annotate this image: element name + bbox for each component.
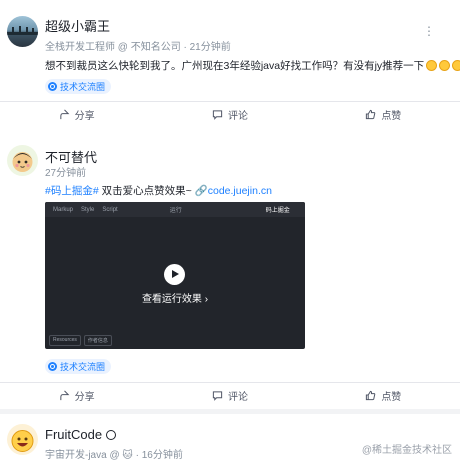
tab-script[interactable]: Script bbox=[102, 207, 117, 213]
external-link[interactable]: code.juejin.cn bbox=[208, 185, 272, 197]
grin-emoji-icon bbox=[439, 60, 451, 71]
comment-button[interactable]: 评论 bbox=[153, 102, 306, 127]
avatar-image bbox=[11, 430, 34, 452]
author-name[interactable]: 超级小霸王 bbox=[45, 16, 110, 35]
post-content: #码上掘金# 双击爱心点赞效果~ 🔗code.juejin.cn bbox=[45, 185, 272, 197]
more-options-icon[interactable]: ⋮ bbox=[423, 25, 435, 37]
view-result-link[interactable]: 查看运行效果 › bbox=[45, 290, 305, 305]
resources-tab[interactable]: Resources bbox=[49, 335, 81, 346]
author-company: 不知名公司 bbox=[130, 42, 181, 53]
comment-button[interactable]: 评论 bbox=[153, 383, 306, 408]
topic-icon bbox=[48, 82, 57, 91]
action-bar: 分享 评论 点赞 bbox=[0, 101, 460, 127]
post-time: 16分钟前 bbox=[141, 450, 183, 460]
code-preview-toolbar: Markup Style Script 运行 码上掘金 bbox=[45, 202, 305, 217]
post-time: 21分钟前 bbox=[189, 42, 231, 53]
author-info-tab[interactable]: 作者信息 bbox=[83, 335, 112, 346]
author-name[interactable]: FruitCode bbox=[45, 427, 116, 442]
share-icon bbox=[59, 109, 70, 120]
post-card: 超级小霸王 全栈开发工程师 @ 不知名公司 · 21分钟前 ⋮ 想不到裁员这么快… bbox=[0, 0, 460, 128]
link-icon: 🔗 bbox=[194, 185, 208, 197]
code-preview-bottom-bar: Resources 作者信息 bbox=[49, 335, 112, 346]
post-content: 想不到裁员这么快轮到我了。广州现在3年经验java好找工作吗？有没有jy推荐一下 bbox=[45, 58, 460, 73]
laugh-emoji-icon bbox=[452, 60, 460, 71]
company-icon: 🐱 bbox=[122, 450, 133, 460]
author-meta: 宇宙开发-java @ 🐱 · 16分钟前 bbox=[45, 450, 183, 460]
user-badge-icon bbox=[105, 430, 116, 440]
avatar-image bbox=[7, 26, 38, 35]
post-card: FruitCode 宇宙开发-java @ 🐱 · 16分钟前 @稀土掘金技术社… bbox=[0, 414, 460, 460]
action-bar: 分享 评论 点赞 bbox=[0, 382, 460, 408]
code-preview[interactable]: Markup Style Script 运行 码上掘金 查看运行效果 › Res… bbox=[45, 202, 305, 349]
watermark: @稀土掘金技术社区 bbox=[361, 445, 452, 456]
topic-tag[interactable]: 技术交流圈 bbox=[45, 79, 112, 94]
smile-emoji-icon bbox=[426, 60, 438, 71]
comment-icon bbox=[212, 391, 223, 401]
topic-icon bbox=[48, 362, 57, 371]
author-avatar[interactable] bbox=[7, 424, 38, 455]
author-avatar[interactable] bbox=[7, 145, 38, 176]
like-button[interactable]: 点赞 bbox=[307, 102, 460, 127]
play-button-icon[interactable] bbox=[164, 264, 185, 285]
author-meta: 全栈开发工程师 @ 不知名公司 · 21分钟前 bbox=[45, 42, 231, 53]
post-card: 不可替代 27分钟前 #码上掘金# 双击爱心点赞效果~ 🔗code.juejin… bbox=[0, 128, 460, 409]
like-button[interactable]: 点赞 bbox=[307, 383, 460, 408]
tab-style[interactable]: Style bbox=[81, 207, 94, 213]
avatar-image bbox=[12, 152, 33, 172]
author-avatar[interactable] bbox=[7, 16, 38, 47]
brand-logo: 码上掘金 bbox=[265, 208, 290, 214]
comment-icon bbox=[212, 110, 223, 120]
topic-tag[interactable]: 技术交流圈 bbox=[45, 359, 112, 374]
author-title: 宇宙开发-java bbox=[45, 450, 107, 460]
run-button[interactable]: 运行 bbox=[170, 205, 182, 214]
thumbs-up-icon bbox=[366, 390, 376, 401]
share-button[interactable]: 分享 bbox=[0, 383, 153, 408]
share-icon bbox=[59, 390, 70, 401]
author-title: 全栈开发工程师 bbox=[45, 42, 115, 53]
share-button[interactable]: 分享 bbox=[0, 102, 153, 127]
post-time: 27分钟前 bbox=[45, 168, 87, 179]
thumbs-up-icon bbox=[366, 109, 376, 120]
tab-markup[interactable]: Markup bbox=[53, 207, 73, 213]
hashtag-link[interactable]: #码上掘金# bbox=[45, 185, 99, 197]
